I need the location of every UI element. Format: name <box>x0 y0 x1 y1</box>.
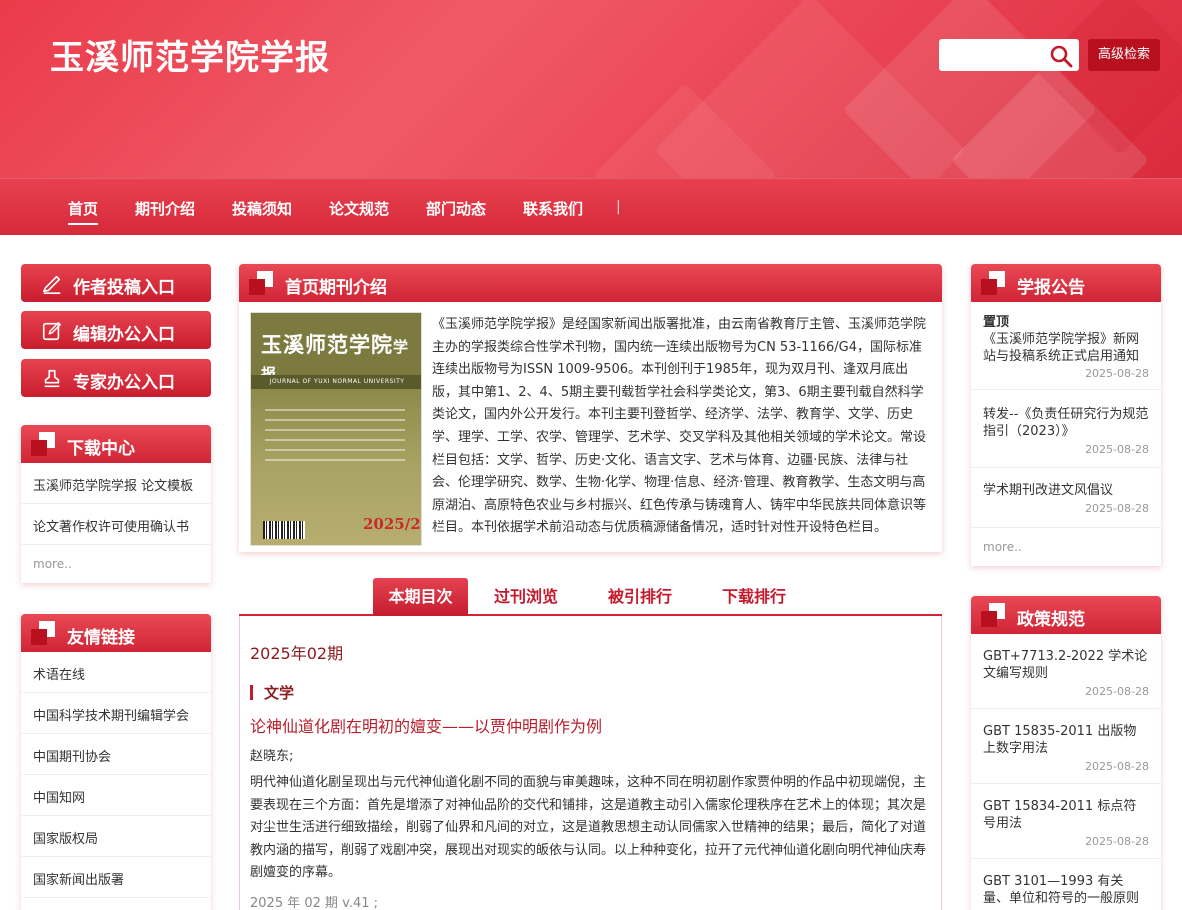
author-submission-label: 作者投稿入口 <box>73 278 175 298</box>
policy-title[interactable]: GBT+7713.2-2022 学术论文编写规则 <box>983 648 1149 682</box>
pen-icon <box>42 275 61 294</box>
policies-panel: 政策规范 GBT+7713.2-2022 学术论文编写规则 2025-08-28… <box>971 596 1161 910</box>
article-abstract: 明代神仙道化剧呈现出与元代神仙道化剧不同的面貌与审美趣味，这种不同在明初剧作家贾… <box>250 775 927 881</box>
policy-title[interactable]: GBT 3101—1993 有关量、单位和符号的一般原则 <box>983 873 1149 907</box>
editor-office-label: 编辑办公入口 <box>73 325 175 345</box>
announcement-item[interactable]: 转发--《负责任研究行为规范指引（2023）》 2025-08-28 <box>971 390 1161 468</box>
friendly-link[interactable]: 国家新闻出版署 <box>21 857 211 898</box>
policy-title[interactable]: GBT 15834-2011 标点符号用法 <box>983 798 1149 832</box>
announcements-panel: 学报公告 置顶 《玉溪师范学院学报》新网站与投稿系统正式启用通知 2025-08… <box>971 264 1161 566</box>
cover-title-main: 玉溪师范学院 <box>261 332 393 357</box>
friendly-link[interactable]: 国家版权局 <box>21 816 211 857</box>
friendly-link[interactable]: 中国科学技术期刊编辑学会 <box>21 693 211 734</box>
issue-tabs: 本期目次 过刊浏览 被引排行 下载排行 <box>239 578 942 616</box>
policy-date: 2025-08-28 <box>1085 760 1149 773</box>
article-author[interactable]: 赵晓东; <box>250 745 293 764</box>
announcement-date: 2025-08-28 <box>1085 443 1149 456</box>
advanced-search-button[interactable]: 高级检索 <box>1088 39 1160 71</box>
issue-contents: 2025年02期 文学 论神仙道化剧在明初的嬗变——以贾仲明剧作为例 赵晓东; … <box>239 616 942 910</box>
site-header: 玉溪师范学院学报 高级检索 首页 期刊介绍 投稿须知 论文规范 部门动态 联系我… <box>0 0 1182 235</box>
barcode-icon <box>263 521 305 539</box>
cover-subtitle: JOURNAL OF YUXI NORMAL UNIVERSITY <box>251 375 421 389</box>
policies-title: 政策规范 <box>1017 610 1085 630</box>
policy-item[interactable]: GBT 3101—1993 有关量、单位和符号的一般原则 <box>971 859 1161 910</box>
square-icon <box>981 603 1005 627</box>
policy-title[interactable]: GBT 15835-2011 出版物上数字用法 <box>983 723 1149 757</box>
journal-cover-image[interactable]: 玉溪师范学院学报 JOURNAL OF YUXI NORMAL UNIVERSI… <box>250 312 422 546</box>
nav-contact[interactable]: 联系我们 <box>523 198 583 219</box>
friendly-link[interactable]: 中国期刊协会 <box>21 734 211 775</box>
download-more-link[interactable]: more.. <box>21 545 211 583</box>
download-center-panel: 下载中心 玉溪师范学院学报 论文模板 论文著作权许可使用确认书 more.. <box>21 425 211 583</box>
friendly-links-header: 友情链接 <box>21 614 211 652</box>
author-submission-button[interactable]: 作者投稿入口 <box>21 264 211 302</box>
nav-journal-intro[interactable]: 期刊介绍 <box>135 198 195 219</box>
square-icon <box>31 432 55 456</box>
square-icon <box>249 271 273 295</box>
tab-current-issue[interactable]: 本期目次 <box>373 578 468 616</box>
announcement-title[interactable]: 学术期刊改进文风倡议 <box>983 482 1149 499</box>
friendly-link[interactable]: 术语在线 <box>21 652 211 693</box>
policies-header: 政策规范 <box>971 596 1161 634</box>
policy-date: 2025-08-28 <box>1085 835 1149 848</box>
announcement-date: 2025-08-28 <box>1085 502 1149 515</box>
tab-past-issues[interactable]: 过刊浏览 <box>481 578 571 616</box>
announcement-date: 2025-08-28 <box>1085 367 1149 380</box>
expert-office-label: 专家办公入口 <box>73 373 175 393</box>
article-title-link[interactable]: 论神仙道化剧在明初的嬗变——以贾仲明剧作为例 <box>250 713 602 737</box>
nav-separator: | <box>616 199 621 215</box>
tab-most-cited[interactable]: 被引排行 <box>595 578 685 616</box>
announcements-title: 学报公告 <box>1017 278 1085 298</box>
friendly-links-title: 友情链接 <box>67 628 135 648</box>
announcements-header: 学报公告 <box>971 264 1161 302</box>
cover-contents-lines <box>265 409 405 469</box>
section-heading: 文学 <box>250 682 294 703</box>
journal-intro-text: 《玉溪师范学院学报》是经国家新闻出版署批准，由云南省教育厅主管、玉溪师范学院主办… <box>432 317 927 536</box>
pinned-label: 置顶 <box>983 315 1010 330</box>
search-input[interactable] <box>945 43 1045 67</box>
site-title[interactable]: 玉溪师范学院学报 <box>50 30 330 79</box>
journal-intro-header: 首页期刊介绍 <box>239 264 942 302</box>
square-icon <box>981 271 1005 295</box>
tab-most-downloaded[interactable]: 下载排行 <box>709 578 799 616</box>
search-box <box>939 39 1079 71</box>
announcement-title[interactable]: 《玉溪师范学院学报》新网站与投稿系统正式启用通知 <box>983 331 1149 365</box>
policy-item[interactable]: GBT 15834-2011 标点符号用法 2025-08-28 <box>971 784 1161 859</box>
download-center-header: 下载中心 <box>21 425 211 463</box>
edit-icon <box>42 322 61 341</box>
nav-home[interactable]: 首页 <box>68 198 99 225</box>
announcement-item[interactable]: 置顶 《玉溪师范学院学报》新网站与投稿系统正式启用通知 2025-08-28 <box>971 302 1161 390</box>
nav-department-news[interactable]: 部门动态 <box>426 198 486 219</box>
main-nav: 首页 期刊介绍 投稿须知 论文规范 部门动态 联系我们 | <box>0 178 1182 235</box>
download-center-title: 下载中心 <box>67 439 135 459</box>
download-item[interactable]: 玉溪师范学院学报 论文模板 <box>21 463 211 504</box>
stamp-icon <box>44 369 60 388</box>
policy-item[interactable]: GBT 15835-2011 出版物上数字用法 2025-08-28 <box>971 709 1161 784</box>
download-item[interactable]: 论文著作权许可使用确认书 <box>21 504 211 545</box>
issue-label: 2025年02期 <box>250 644 344 663</box>
nav-paper-norms[interactable]: 论文规范 <box>329 198 389 219</box>
nav-submission-guide[interactable]: 投稿须知 <box>232 198 292 219</box>
square-icon <box>31 621 55 645</box>
cover-issue: 2025/2 <box>363 515 421 533</box>
policy-item[interactable]: GBT+7713.2-2022 学术论文编写规则 2025-08-28 <box>971 634 1161 709</box>
policy-date: 2025-08-28 <box>1085 685 1149 698</box>
editor-office-button[interactable]: 编辑办公入口 <box>21 311 211 349</box>
announcements-more-link[interactable]: more.. <box>971 528 1161 566</box>
journal-intro-title: 首页期刊介绍 <box>285 278 387 298</box>
article-citation: 2025 年 02 期 v.41 ; <box>250 896 379 910</box>
announcement-title[interactable]: 转发--《负责任研究行为规范指引（2023）》 <box>983 406 1149 440</box>
friendly-links-panel: 友情链接 术语在线 中国科学技术期刊编辑学会 中国期刊协会 中国知网 国家版权局… <box>21 614 211 910</box>
friendly-link[interactable]: 中国知网 <box>21 775 211 816</box>
search-icon[interactable] <box>1049 44 1073 68</box>
announcement-item[interactable]: 学术期刊改进文风倡议 2025-08-28 <box>971 468 1161 528</box>
expert-office-button[interactable]: 专家办公入口 <box>21 359 211 397</box>
